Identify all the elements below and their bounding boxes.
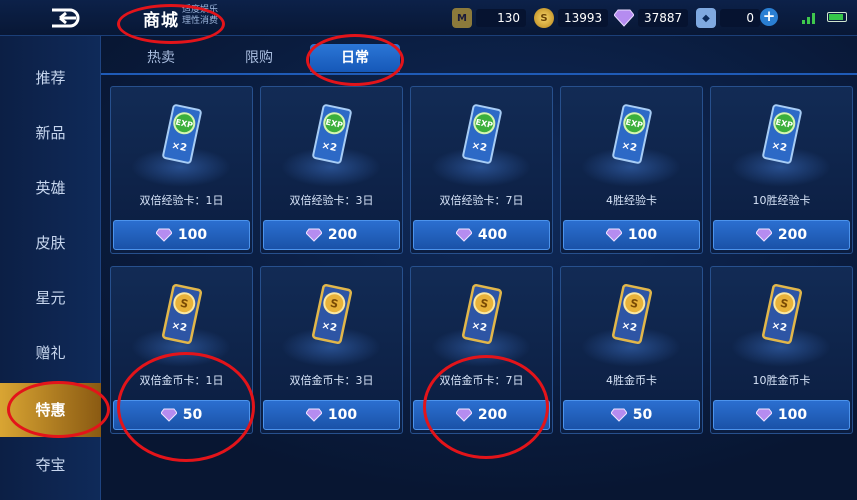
voucher-icon: ◆ bbox=[696, 8, 716, 28]
diamond-icon bbox=[755, 228, 773, 242]
buy-button[interactable]: 400 bbox=[413, 220, 550, 250]
card-title: 10胜金币卡 bbox=[752, 374, 811, 387]
top-bar: 商城 适度娱乐 理性消费 M 130 S 13993 37887 ◆ 0 + bbox=[0, 0, 857, 36]
card-title: 4胜金币卡 bbox=[606, 374, 657, 387]
card-title: 10胜经验卡 bbox=[752, 194, 811, 207]
diamond-icon bbox=[155, 228, 173, 242]
card-title: 双倍经验卡：3日 bbox=[289, 194, 374, 207]
signal-icon bbox=[802, 13, 815, 24]
diamond-icon bbox=[755, 408, 773, 422]
price-value: 100 bbox=[327, 407, 358, 423]
subtitle-line-1: 适度娱乐 bbox=[182, 5, 219, 15]
subtitle-line-2: 理性消费 bbox=[182, 16, 219, 26]
tab-bar: 热卖 限购 日常 bbox=[101, 36, 857, 74]
gold-card-icon: S ×2 bbox=[312, 283, 352, 345]
tab-daily[interactable]: 日常 bbox=[310, 44, 400, 72]
card-title: 双倍金币卡：7日 bbox=[439, 374, 524, 387]
sidebar: 推荐 新品 英雄 皮肤 星元 赠礼 特惠 夺宝 bbox=[0, 36, 101, 500]
price-value: 400 bbox=[477, 227, 508, 243]
exp-card-icon: EXP ×2 bbox=[312, 103, 352, 165]
product-card[interactable]: S ×2 10胜金币卡 100 bbox=[710, 266, 853, 434]
page-title: 商城 bbox=[143, 11, 179, 31]
diamond-icon bbox=[455, 228, 473, 242]
buy-button[interactable]: 50 bbox=[563, 400, 700, 430]
product-card[interactable]: S ×2 双倍金币卡：1日 50 bbox=[110, 266, 253, 434]
diamond-icon bbox=[610, 408, 628, 422]
tab-limited[interactable]: 限购 bbox=[219, 44, 299, 72]
sidebar-item-specials[interactable]: 特惠 bbox=[0, 383, 101, 437]
price-value: 50 bbox=[632, 407, 653, 423]
buy-button[interactable]: 50 bbox=[113, 400, 250, 430]
tab-underline bbox=[101, 73, 857, 75]
price-value: 200 bbox=[477, 407, 508, 423]
sidebar-item-gifts[interactable]: 赠礼 bbox=[0, 326, 101, 380]
back-icon[interactable] bbox=[46, 6, 86, 30]
voucher-counter: ◆ 0 bbox=[696, 7, 760, 29]
gold-value: 13993 bbox=[558, 9, 609, 27]
sidebar-item-recommend[interactable]: 推荐 bbox=[0, 51, 101, 105]
product-card[interactable]: EXP ×2 4胜经验卡 100 bbox=[560, 86, 703, 254]
price-value: 100 bbox=[627, 227, 658, 243]
sidebar-item-treasure[interactable]: 夺宝 bbox=[0, 438, 101, 492]
voucher-value: 0 bbox=[720, 9, 760, 27]
buy-button[interactable]: 100 bbox=[563, 220, 700, 250]
ticket-icon: M bbox=[452, 8, 472, 28]
price-value: 100 bbox=[777, 407, 808, 423]
buy-button[interactable]: 100 bbox=[263, 400, 400, 430]
exp-card-icon: EXP ×2 bbox=[462, 103, 502, 165]
price-value: 50 bbox=[182, 407, 203, 423]
ticket-value: 130 bbox=[476, 9, 526, 27]
exp-card-icon: EXP ×2 bbox=[162, 103, 202, 165]
ticket-counter: M 130 bbox=[452, 7, 526, 29]
buy-button[interactable]: 100 bbox=[713, 400, 850, 430]
exp-card-icon: EXP ×2 bbox=[612, 103, 652, 165]
add-voucher-button[interactable]: + bbox=[760, 8, 778, 26]
diamond-icon bbox=[605, 228, 623, 242]
gold-card-icon: S ×2 bbox=[462, 283, 502, 345]
diamond-icon bbox=[160, 408, 178, 422]
diamond-icon bbox=[614, 8, 634, 28]
diamond-icon bbox=[305, 228, 323, 242]
exp-card-icon: EXP ×2 bbox=[762, 103, 802, 165]
buy-button[interactable]: 200 bbox=[413, 400, 550, 430]
price-value: 200 bbox=[327, 227, 358, 243]
sidebar-item-skins[interactable]: 皮肤 bbox=[0, 216, 101, 270]
card-title: 双倍经验卡：1日 bbox=[139, 194, 224, 207]
gold-card-icon: S ×2 bbox=[762, 283, 802, 345]
price-value: 100 bbox=[177, 227, 208, 243]
gold-card-icon: S ×2 bbox=[612, 283, 652, 345]
battery-icon bbox=[827, 12, 847, 22]
tab-hot[interactable]: 热卖 bbox=[121, 44, 201, 72]
sidebar-item-heroes[interactable]: 英雄 bbox=[0, 161, 101, 215]
diamond-counter: 37887 bbox=[614, 7, 689, 29]
gold-card-icon: S ×2 bbox=[162, 283, 202, 345]
product-card[interactable]: S ×2 双倍金币卡：7日 200 bbox=[410, 266, 553, 434]
shop-screen: 商城 适度娱乐 理性消费 M 130 S 13993 37887 ◆ 0 + 推… bbox=[0, 0, 857, 500]
price-value: 200 bbox=[777, 227, 808, 243]
diamond-value: 37887 bbox=[638, 9, 689, 27]
buy-button[interactable]: 200 bbox=[263, 220, 400, 250]
product-card[interactable]: EXP ×2 双倍经验卡：1日 100 bbox=[110, 86, 253, 254]
card-title: 4胜经验卡 bbox=[606, 194, 657, 207]
product-card[interactable]: S ×2 4胜金币卡 50 bbox=[560, 266, 703, 434]
product-card[interactable]: EXP ×2 双倍经验卡：3日 200 bbox=[260, 86, 403, 254]
buy-button[interactable]: 200 bbox=[713, 220, 850, 250]
diamond-icon bbox=[305, 408, 323, 422]
product-card[interactable]: EXP ×2 双倍经验卡：7日 400 bbox=[410, 86, 553, 254]
gold-coin-icon: S bbox=[534, 8, 554, 28]
card-title: 双倍经验卡：7日 bbox=[439, 194, 524, 207]
product-card[interactable]: S ×2 双倍金币卡：3日 100 bbox=[260, 266, 403, 434]
diamond-icon bbox=[455, 408, 473, 422]
sidebar-item-new[interactable]: 新品 bbox=[0, 106, 101, 160]
gold-counter: S 13993 bbox=[534, 7, 609, 29]
sidebar-item-stars[interactable]: 星元 bbox=[0, 271, 101, 325]
page-subtitle: 适度娱乐 理性消费 bbox=[182, 5, 218, 27]
buy-button[interactable]: 100 bbox=[113, 220, 250, 250]
product-card[interactable]: EXP ×2 10胜经验卡 200 bbox=[710, 86, 853, 254]
card-title: 双倍金币卡：1日 bbox=[139, 374, 224, 387]
card-title: 双倍金币卡：3日 bbox=[289, 374, 374, 387]
